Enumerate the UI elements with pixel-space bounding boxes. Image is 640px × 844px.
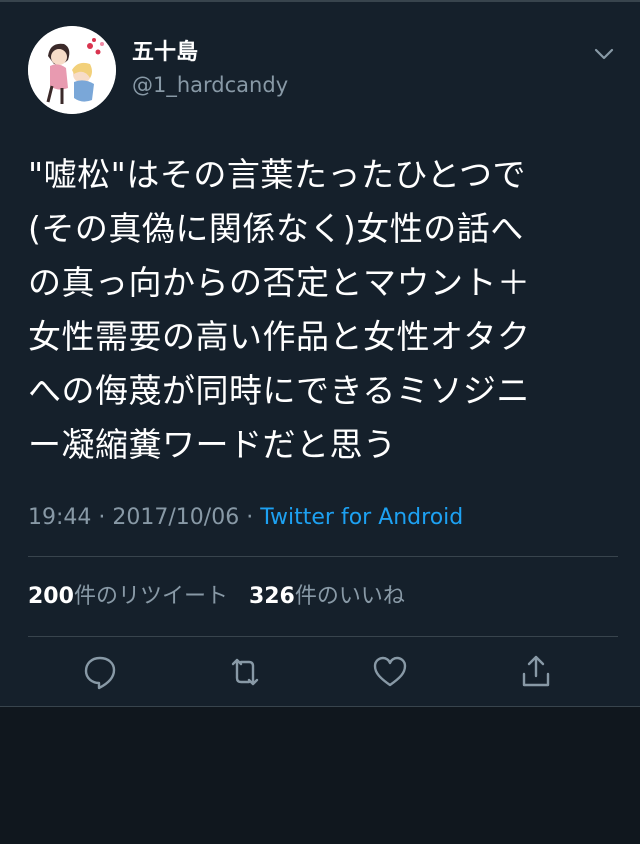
- share-icon[interactable]: [516, 652, 556, 692]
- chevron-down-icon[interactable]: [592, 42, 616, 66]
- meta-separator: ·: [98, 505, 106, 530]
- retweet-icon[interactable]: [225, 652, 265, 692]
- display-name[interactable]: 五十島: [132, 40, 198, 66]
- tweet-time[interactable]: 19:44: [28, 505, 91, 530]
- like-stat[interactable]: 326件のいいね: [249, 584, 405, 609]
- reply-icon[interactable]: [80, 652, 120, 692]
- empty-area: [0, 706, 640, 844]
- tweet-text: "嘘松"はその言葉たったひとつで (その真偽に関係なく)女性の話へ の真っ向から…: [28, 148, 618, 472]
- avatar-illustration: [28, 26, 116, 114]
- tweet-text-line: 女性需要の高い作品と女性オタク: [28, 317, 531, 356]
- avatar[interactable]: [28, 26, 116, 114]
- divider: [28, 556, 618, 557]
- retweet-label: 件のリツイート: [73, 584, 228, 609]
- tweet-text-line: (その真偽に関係なく)女性の話へ: [28, 209, 524, 248]
- tweet-text-line: への侮蔑が同時にできるミソジニ: [28, 371, 530, 410]
- tweet-text-line: の真っ向からの否定とマウント＋: [28, 263, 531, 302]
- meta-separator: ·: [246, 505, 254, 530]
- tweet-metadata: 19:44 · 2017/10/06 · Twitter for Android: [28, 503, 463, 533]
- tweet-text-line: ー凝縮糞ワードだと思う: [28, 425, 397, 464]
- tweet-text-line: "嘘松"はその言葉たったひとつで: [28, 155, 527, 194]
- like-count: 326: [248, 584, 295, 609]
- like-icon[interactable]: [370, 652, 410, 692]
- retweet-count: 200: [28, 584, 74, 609]
- tweet-source-link[interactable]: Twitter for Android: [260, 505, 463, 530]
- tweet-date[interactable]: 2017/10/06: [112, 505, 239, 530]
- tweet-stats: 200件のリツイート 326件のいいね: [28, 582, 405, 612]
- username-handle[interactable]: @1_hardcandy: [132, 72, 288, 98]
- retweet-stat[interactable]: 200件のリツイート: [28, 584, 228, 609]
- like-label: 件のいいね: [294, 584, 405, 609]
- divider: [28, 636, 618, 637]
- tweet-detail: 五十島 @1_hardcandy "嘘松"はその言葉たったひとつで (その真偽に…: [0, 2, 640, 706]
